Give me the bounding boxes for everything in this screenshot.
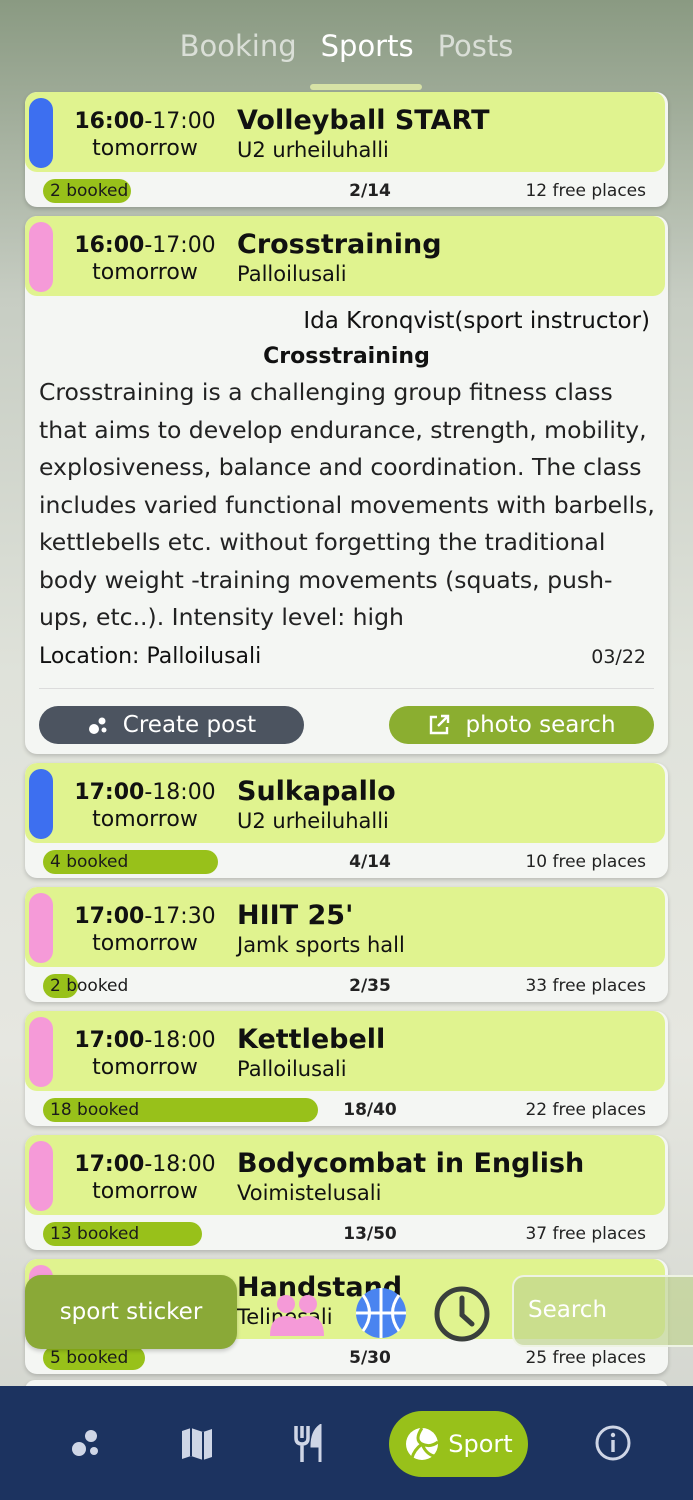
active-tab-indicator	[310, 84, 422, 90]
volleyball-icon	[406, 1427, 440, 1460]
booking-info: 13 booked 13/50 37 free places	[25, 1219, 668, 1249]
class-card[interactable]: 17:00-18:00 tomorrow Bodycombat in Engli…	[25, 1135, 668, 1250]
tab-posts[interactable]: Posts	[438, 25, 514, 63]
category-marker	[29, 893, 53, 963]
nav-sport-label: Sport	[448, 1430, 513, 1458]
free-places: 25 free places	[525, 1348, 646, 1368]
photo-search-button[interactable]: photo search	[389, 706, 654, 744]
class-title: Sulkapallo	[237, 776, 396, 807]
free-places: 12 free places	[525, 181, 646, 201]
booked-count: 2 booked	[50, 181, 129, 201]
booking-info: 2 booked 2/35 33 free places	[25, 971, 668, 1001]
sport-sticker-label: sport sticker	[59, 1299, 203, 1325]
group-filter-icon[interactable]	[266, 1292, 328, 1342]
class-title: Bodycombat in English	[237, 1148, 585, 1179]
category-marker	[29, 1141, 53, 1211]
category-marker	[29, 769, 53, 839]
booked-ratio: 18/40	[343, 1100, 397, 1120]
class-title: HIIT 25'	[237, 900, 354, 931]
class-location: Voimistelusali	[237, 1181, 382, 1205]
class-time: 16:00-17:00 tomorrow	[74, 233, 216, 285]
search-input[interactable]: Search	[512, 1275, 693, 1347]
create-post-label: Create post	[122, 712, 257, 738]
nav-info-icon[interactable]	[594, 1424, 632, 1466]
class-location: Palloilusali	[237, 1057, 347, 1081]
bottom-navigation: Sport	[0, 1386, 693, 1500]
tab-sports[interactable]: Sports	[321, 25, 414, 63]
nav-sport-button[interactable]: Sport	[389, 1411, 528, 1477]
category-marker	[29, 1017, 53, 1087]
location-line: Location: Palloilusali	[39, 644, 262, 669]
class-title: Crosstraining	[237, 229, 442, 260]
category-marker	[29, 98, 53, 168]
ball-sport-filter-icon[interactable]	[354, 1286, 408, 1344]
class-card[interactable]: 17:00-18:00 tomorrow Kettlebell Palloilu…	[25, 1011, 668, 1126]
class-time: 17:00-18:00 tomorrow	[74, 1152, 216, 1204]
booked-count: 4 booked	[50, 852, 129, 872]
class-card[interactable]: 17:00-18:00 tomorrow Sulkapallo U2 urhei…	[25, 763, 668, 878]
free-places: 22 free places	[525, 1100, 646, 1120]
photo-search-label: photo search	[465, 712, 616, 738]
booked-count: 18 booked	[50, 1100, 140, 1120]
class-time: 16:00-17:00 tomorrow	[74, 109, 216, 161]
class-time: 17:00-18:00 tomorrow	[74, 1028, 216, 1080]
class-date: 03/22	[591, 646, 646, 668]
tab-booking[interactable]: Booking	[180, 25, 297, 63]
booking-info: 4 booked 4/14 10 free places	[25, 847, 668, 877]
booked-ratio: 2/14	[349, 181, 391, 201]
booked-count: 5 booked	[50, 1348, 129, 1368]
instructor-name: Ida Kronqvist(sport instructor)	[303, 308, 650, 334]
booked-ratio: 4/14	[349, 852, 391, 872]
booking-info: 18 booked 18/40 22 free places	[25, 1095, 668, 1125]
booked-count: 2 booked	[50, 976, 129, 996]
free-places: 37 free places	[525, 1224, 646, 1244]
class-time: 17:00-17:30 tomorrow	[74, 904, 216, 956]
booking-info: 2 booked 2/14 12 free places	[25, 176, 668, 206]
top-tabs: Booking Sports Posts	[0, 0, 693, 88]
class-card[interactable]: 17:00-17:30 tomorrow HIIT 25' Jamk sport…	[25, 887, 668, 1002]
free-places: 33 free places	[525, 976, 646, 996]
posts-icon	[88, 717, 107, 734]
clock-filter-icon[interactable]	[432, 1284, 492, 1348]
class-location: U2 urheiluhalli	[237, 809, 389, 833]
external-link-icon	[430, 714, 450, 735]
sport-sticker-button[interactable]: sport sticker	[25, 1275, 237, 1349]
category-marker	[29, 222, 53, 292]
class-location: Jamk sports hall	[237, 933, 405, 957]
class-title: Kettlebell	[237, 1024, 386, 1055]
booked-ratio: 5/30	[349, 1348, 391, 1368]
class-description: Crosstraining is a challenging group fit…	[39, 378, 655, 631]
booked-ratio: 13/50	[343, 1224, 397, 1244]
class-location: Palloilusali	[237, 262, 347, 286]
free-places: 10 free places	[525, 852, 646, 872]
class-card[interactable]: 16:00-17:00 tomorrow Volleyball START U2…	[25, 92, 668, 207]
nav-posts-icon[interactable]	[68, 1426, 102, 1464]
search-placeholder: Search	[528, 1297, 608, 1323]
booked-count: 13 booked	[50, 1224, 140, 1244]
class-card-expanded[interactable]: 16:00-17:00 tomorrow Crosstraining Pallo…	[25, 216, 668, 754]
nav-map-icon[interactable]	[180, 1426, 214, 1466]
description-heading: Crosstraining	[263, 344, 430, 369]
nav-restaurant-icon[interactable]	[292, 1422, 328, 1468]
class-time: 17:00-18:00 tomorrow	[74, 780, 216, 832]
divider	[39, 688, 654, 689]
class-location: U2 urheiluhalli	[237, 138, 389, 162]
create-post-button[interactable]: Create post	[39, 706, 304, 744]
class-title: Volleyball START	[237, 105, 490, 136]
booked-ratio: 2/35	[349, 976, 391, 996]
